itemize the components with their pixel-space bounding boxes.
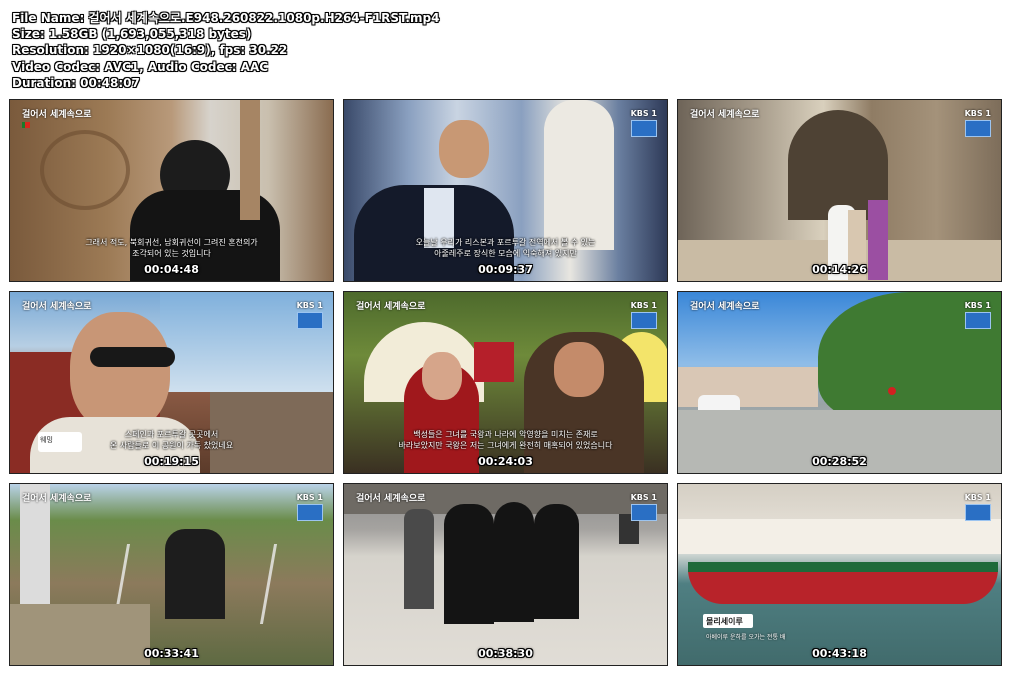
- file-info-panel: File Name: 걸어서 세계속으로.E948.260822.1080p.H…: [12, 10, 439, 91]
- thumbnail-2[interactable]: KBS 1 오늘날 우리가 리스본과 포르투갈 전역에서 볼 수 있는 아줄레주…: [343, 99, 668, 282]
- thumbnail-6[interactable]: 걸어서 세계속으로 KBS 1 00:28:52: [677, 291, 1002, 474]
- scene-students-capes: [344, 484, 667, 665]
- timecode: 00:24:03: [478, 455, 533, 468]
- thumbnail-5[interactable]: 걸어서 세계속으로 KBS 1 백성들은 그녀를 국왕과 나라에 악영향을 미치…: [343, 291, 668, 474]
- thumbnail-1[interactable]: 걸어서 세계속으로 그래서 적도, 북회귀선, 남회귀선이 그려진 혼천의가 조…: [9, 99, 334, 282]
- thumbnail-4[interactable]: 걸어서 세계속으로 KBS 1 웨밍 스페인과 포르투갈 곳곳에서 온 사람들로…: [9, 291, 334, 474]
- timecode: 00:28:52: [812, 455, 867, 468]
- thumbnail-9[interactable]: KBS 1 몰리세이루 아베이루 운하를 오가는 전통 배 00:43:18: [677, 483, 1002, 666]
- timecode: 00:09:37: [478, 263, 533, 276]
- thumbnail-3[interactable]: 걸어서 세계속으로 KBS 1 00:14:26: [677, 99, 1002, 282]
- scene-monastery-carving: [10, 100, 333, 281]
- scene-selfie-festival: [10, 292, 333, 473]
- scene-stone-arch: [678, 100, 1001, 281]
- resolution-line: Resolution: 1920×1080(16:9), fps: 30.22: [12, 43, 288, 58]
- thumbnail-grid: 걸어서 세계속으로 그래서 적도, 북회귀선, 남회귀선이 그려진 혼천의가 조…: [9, 99, 1002, 666]
- timecode: 00:33:41: [144, 647, 199, 660]
- scene-street-car: [678, 292, 1001, 473]
- file-size-line: Size: 1.58GB (1,693,055,318 bytes): [12, 27, 252, 42]
- thumbnail-8[interactable]: 걸어서 세계속으로 KBS 1 00:38:30: [343, 483, 668, 666]
- timecode: 00:04:48: [144, 263, 199, 276]
- timecode: 00:14:26: [812, 263, 867, 276]
- duration-line: Duration: 00:48:07: [12, 75, 140, 90]
- scene-suspension-bridge: [10, 484, 333, 665]
- file-name-line: File Name: 걸어서 세계속으로.E948.260822.1080p.H…: [12, 11, 440, 25]
- timecode: 00:38:30: [478, 647, 533, 660]
- scene-medieval-couple: [344, 292, 667, 473]
- scene-azulejo-interview: [344, 100, 667, 281]
- thumbnail-7[interactable]: 걸어서 세계속으로 KBS 1 00:33:41: [9, 483, 334, 666]
- timecode: 00:19:15: [144, 455, 199, 468]
- timecode: 00:43:18: [812, 647, 867, 660]
- codec-line: Video Codec: AVC1, Audio Codec: AAC: [12, 59, 269, 74]
- scene-canal-boat: [678, 484, 1001, 665]
